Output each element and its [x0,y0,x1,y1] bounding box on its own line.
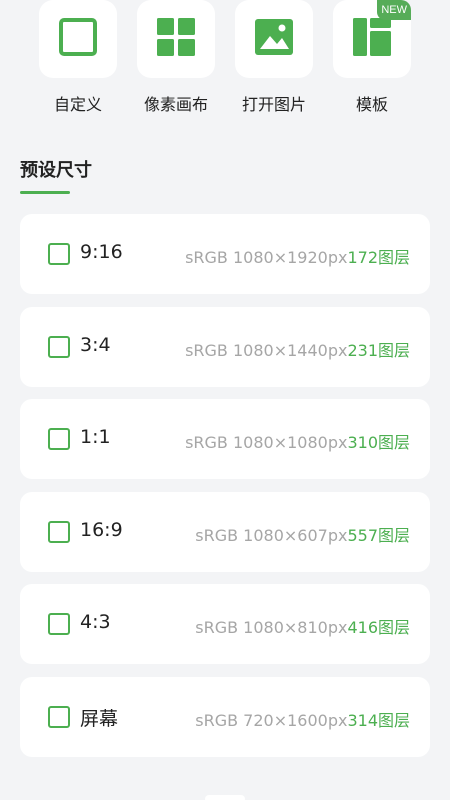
tool-custom-box[interactable] [39,0,117,78]
preset-item[interactable]: 9:16 sRGB 1080×1920px172图层 [20,214,430,294]
preset-item[interactable]: 4:3 sRGB 1080×810px416图层 [20,584,430,664]
preset-spec: sRGB 1080×1920px [185,248,348,267]
preset-layers: 310图层 [347,433,410,452]
preset-spec: sRGB 1080×1080px [185,433,348,452]
preset-meta: sRGB 720×1600px314图层 [195,707,410,731]
checkbox[interactable] [48,521,70,543]
checkbox[interactable] [48,243,70,265]
bottom-button-peek[interactable] [205,795,245,800]
tool-open-image-label: 打开图片 [241,95,306,114]
grid-icon [156,17,196,61]
tools-row: 自定义 像素画布 打开图片 NEW 模板 [0,0,450,120]
preset-ratio: 1:1 [80,426,111,448]
preset-spec: sRGB 1080×607px [195,526,348,545]
section-title-underline [20,191,70,194]
preset-ratio: 9:16 [80,241,123,263]
preset-spec: sRGB 1080×1440px [185,341,348,360]
template-icon [352,17,392,61]
tool-custom[interactable]: 自定义 [38,0,118,115]
preset-meta: sRGB 1080×810px416图层 [195,614,410,638]
checkbox[interactable] [48,706,70,728]
tool-custom-label: 自定义 [53,95,102,114]
preset-item[interactable]: 16:9 sRGB 1080×607px557图层 [20,492,430,572]
preset-meta: sRGB 1080×1920px172图层 [185,244,410,268]
preset-ratio: 4:3 [80,611,111,633]
preset-item[interactable]: 屏幕 sRGB 720×1600px314图层 [20,677,430,757]
tool-template[interactable]: NEW 模板 [332,0,412,115]
tool-pixel-canvas-label: 像素画布 [143,95,208,114]
section-title: 预设尺寸 [20,160,92,181]
tool-open-image-box[interactable] [235,0,313,78]
preset-meta: sRGB 1080×1080px310图层 [185,429,410,453]
preset-meta: sRGB 1080×1440px231图层 [185,337,410,361]
tool-pixel-canvas-box[interactable] [137,0,215,78]
preset-meta: sRGB 1080×607px557图层 [195,522,410,546]
image-icon [254,17,294,61]
preset-spec: sRGB 1080×810px [195,618,348,637]
tool-pixel-canvas[interactable]: 像素画布 [136,0,216,115]
new-badge: NEW [377,0,411,20]
checkbox[interactable] [48,336,70,358]
tool-open-image[interactable]: 打开图片 [234,0,314,115]
tool-template-box[interactable]: NEW [333,0,411,78]
preset-ratio: 16:9 [80,519,123,541]
preset-spec: sRGB 720×1600px [195,711,348,730]
preset-item[interactable]: 3:4 sRGB 1080×1440px231图层 [20,307,430,387]
checkbox[interactable] [48,613,70,635]
preset-layers: 172图层 [347,248,410,267]
preset-layers: 557图层 [347,526,410,545]
preset-layers: 231图层 [347,341,410,360]
preset-item[interactable]: 1:1 sRGB 1080×1080px310图层 [20,399,430,479]
preset-layers: 314图层 [347,711,410,730]
checkbox[interactable] [48,428,70,450]
app-root: 自定义 像素画布 打开图片 NEW 模板 预设尺寸 9:16 sRGB 1080… [0,0,450,800]
preset-layers: 416图层 [347,618,410,637]
square-outline-icon [58,17,98,61]
tool-template-label: 模板 [355,95,388,114]
preset-ratio: 屏幕 [80,708,119,730]
preset-ratio: 3:4 [80,334,111,356]
